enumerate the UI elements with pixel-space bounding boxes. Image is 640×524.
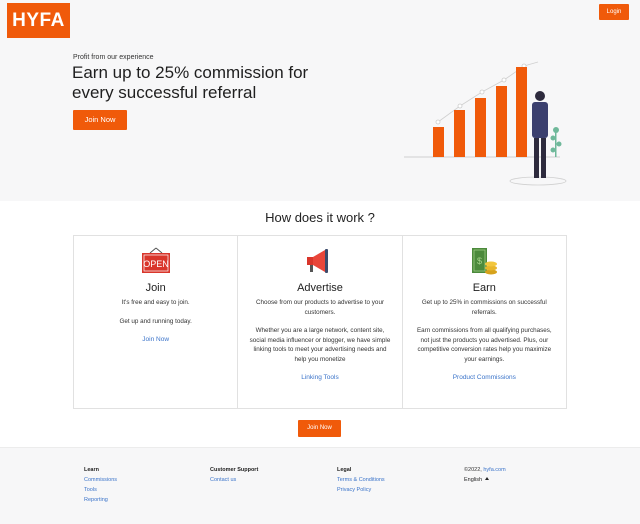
footer-link-privacy[interactable]: Privacy Policy [337,485,385,495]
card-earn-text: Get up to 25% in commissions on successf… [421,299,547,316]
chevron-up-icon [484,477,489,480]
logo[interactable]: HYFA [7,3,70,38]
hero-subtitle: Profit from our experience [73,54,154,61]
footer-link-reporting[interactable]: Reporting [84,495,117,505]
hero-join-button[interactable]: Join Now [73,110,127,130]
footer-link-tools[interactable]: Tools [84,485,117,495]
login-button[interactable]: Login [599,4,629,20]
trend-dot [457,103,463,109]
footer-legal-heading: Legal [337,467,352,473]
card-join-title: Join [145,282,166,294]
person-figure [532,91,548,178]
join-now-link[interactable]: Join Now [142,336,169,343]
illustration-bar [496,86,507,157]
footer-support: Customer Support Contact us [210,465,258,485]
card-advertise-text: Choose from our products to advertise to… [255,299,385,316]
money-icon: $ [472,248,498,275]
card-earn-title: Earn [472,282,496,294]
card-join-text-2: Get up and running today. [119,317,192,325]
trend-dot [479,89,485,95]
footer: Learn Commissions Tools Reporting Custom… [0,447,640,524]
trend-dot [435,119,441,125]
card-advertise: Advertise Choose from our products to ad… [238,236,403,408]
megaphone-icon [306,249,328,273]
linking-tools-link[interactable]: Linking Tools [301,374,338,381]
how-it-works-title: How does it work ? [265,210,375,225]
join-now-button[interactable]: Join Now [298,420,341,437]
svg-text:$: $ [477,256,482,266]
trend-dot [501,77,507,83]
card-advertise-text-2: Whether you are a large network, content… [249,327,391,363]
growth-illustration [404,61,567,186]
card-join-text: It's free and easy to join. [121,299,190,306]
footer-meta: ©2022, hyfa.com English [464,465,506,485]
footer-copyright: ©2022, [464,467,482,473]
illustration-bar [433,127,444,157]
hero-title: Earn up to 25% commission for every succ… [72,63,309,102]
hero-section: HYFA Login Profit from our experience Ea… [0,0,640,201]
card-advertise-title: Advertise [297,282,343,294]
footer-link-terms[interactable]: Terms & Conditions [337,475,385,485]
card-earn: $ Earn Get up to 25% in commissions on s… [403,236,566,408]
open-sign-icon: OPEN [141,247,170,273]
how-it-works-cards: OPEN Join It's free and easy to join. Ge… [73,235,567,409]
illustration-bar [475,98,486,157]
footer-link-commissions[interactable]: Commissions [84,475,117,485]
footer-learn-heading: Learn [84,467,99,473]
illustration-bar [516,67,527,157]
footer-legal: Legal Terms & Conditions Privacy Policy [337,465,385,495]
language-label: English [464,477,483,483]
card-earn-text-2: Earn commissions from all qualifying pur… [416,327,552,363]
product-commissions-link[interactable]: Product Commissions [453,374,516,381]
footer-support-heading: Customer Support [210,467,259,473]
card-join: OPEN Join It's free and easy to join. Ge… [74,236,239,408]
open-sign-text: OPEN [143,259,169,269]
plant-decoration [550,127,562,157]
footer-site-link[interactable]: hyfa.com [483,467,505,473]
illustration-shadow [509,176,567,186]
footer-link-contact[interactable]: Contact us [210,475,258,485]
language-selector[interactable]: English [464,475,506,485]
footer-learn: Learn Commissions Tools Reporting [84,465,117,505]
illustration-bar [454,110,465,157]
